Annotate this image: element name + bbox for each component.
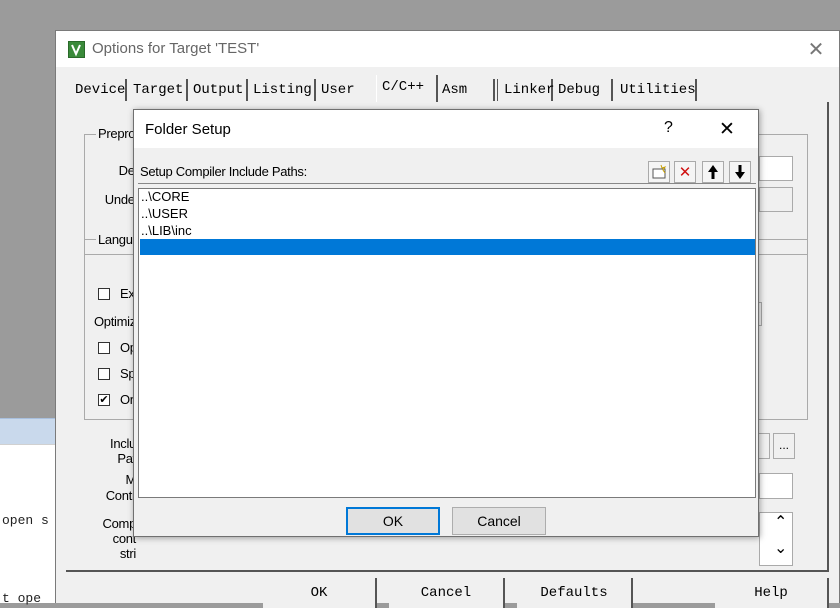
compiler-string-label: Comp [102,516,137,531]
optimize-label: Optimiz [92,314,138,329]
tab-debug[interactable]: Debug [555,79,613,101]
checkbox-op[interactable] [98,342,110,354]
tab-linker[interactable]: Linker [497,79,554,101]
list-item[interactable]: ..\CORE [141,189,753,205]
checkbox-on[interactable]: ✔ [98,394,110,406]
include-paths-label-2: Pat [117,451,136,466]
language-group-label: Langu [96,232,135,247]
folder-setup-titlebar: Folder Setup ? ✕ [134,110,758,148]
compiler-string-label-3: stri [119,546,136,561]
cancel-button[interactable]: Cancel [389,578,505,608]
background-console: open s t ope [0,444,60,606]
defaults-button[interactable]: Defaults [517,578,633,608]
help-button[interactable]: Help [715,578,829,608]
keil-app-icon [68,41,85,58]
tab-user[interactable]: User [318,79,374,101]
options-window-title: Options for Target 'TEST' [92,40,260,57]
checkbox-sp[interactable] [98,368,110,380]
checkbox-ex[interactable] [98,288,110,300]
compiler-string-label-2: cont [112,531,137,546]
ok-button[interactable]: OK [346,507,440,535]
include-paths-label: Inclu [110,436,136,451]
folder-setup-dialog: Folder Setup ? ✕ Setup Compiler Include … [133,109,759,537]
folder-setup-title: Folder Setup [145,121,231,138]
list-item-selected-empty[interactable] [140,239,755,255]
tab-listing[interactable]: Listing [250,79,316,101]
help-icon[interactable]: ? [664,119,673,137]
scroll-up-icon[interactable]: ⌃ [774,512,792,531]
tab-c-cpp[interactable]: C/C++ [376,75,438,102]
undefine-field[interactable] [759,187,793,212]
tab-asm[interactable]: Asm [439,79,495,101]
misc-controls-label-2: Contr [105,488,137,503]
include-paths-list[interactable]: ..\CORE ..\USER ..\LIB\inc [138,188,756,498]
console-line: t ope [2,591,42,606]
tab-utilities[interactable]: Utilities [615,79,697,101]
misc-controls-field[interactable] [759,473,793,499]
move-down-icon[interactable] [729,161,751,183]
tab-device[interactable]: Device [72,79,127,101]
scroll-down-icon[interactable]: ⌄ [774,538,792,557]
define-field[interactable] [759,156,793,181]
tab-output[interactable]: Output [190,79,248,101]
preprocessor-group-label: Prepro [96,126,138,141]
browse-button[interactable]: ... [773,433,795,459]
tab-target[interactable]: Target [130,79,188,101]
close-icon[interactable]: ✕ [719,118,735,140]
undefine-label: Undef [104,192,139,207]
include-paths-label: Setup Compiler Include Paths: [140,164,307,179]
ok-button[interactable]: OK [263,578,377,608]
cancel-button[interactable]: Cancel [452,507,546,535]
new-folder-icon[interactable] [648,161,670,183]
background-window-strip [0,418,60,445]
options-titlebar: Options for Target 'TEST' ✕ [56,31,839,67]
delete-icon[interactable]: ✕ [674,161,696,183]
list-item[interactable]: ..\LIB\inc [141,223,753,239]
list-item[interactable]: ..\USER [141,206,753,222]
close-icon[interactable]: ✕ [806,39,826,59]
move-up-icon[interactable] [702,161,724,183]
console-line: open s [2,513,49,528]
misc-controls-label: M [125,472,136,487]
